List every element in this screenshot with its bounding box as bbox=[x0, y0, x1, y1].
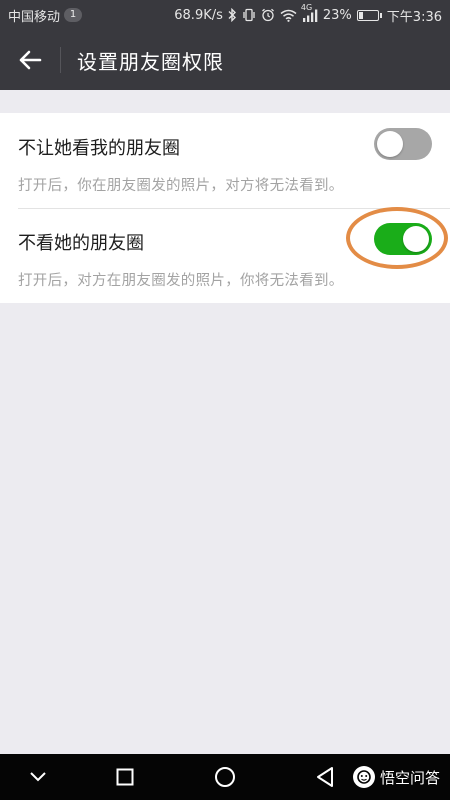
title-divider bbox=[60, 47, 61, 73]
back-button[interactable] bbox=[0, 30, 60, 90]
square-icon bbox=[116, 768, 134, 786]
notification-badge: 1 bbox=[64, 8, 83, 22]
nav-back-button[interactable] bbox=[295, 754, 355, 800]
watermark: 悟空问答 bbox=[352, 766, 440, 788]
toggle-knob bbox=[403, 226, 429, 252]
vibrate-icon bbox=[242, 8, 256, 22]
toggle-hide-her-moments[interactable] bbox=[374, 223, 432, 255]
chevron-down-icon bbox=[30, 772, 46, 782]
signal-icon: 4G bbox=[301, 3, 318, 22]
triangle-back-icon bbox=[317, 767, 333, 787]
navigation-bar: 悟空问答 bbox=[0, 754, 450, 800]
nav-home-button[interactable] bbox=[195, 754, 255, 800]
toggle-hide-my-moments[interactable] bbox=[374, 128, 432, 160]
bluetooth-icon bbox=[228, 8, 237, 22]
clock-time: 下午3:36 bbox=[386, 9, 442, 25]
circle-icon bbox=[215, 767, 235, 787]
arrow-left-icon bbox=[19, 50, 42, 70]
setting-label: 不看她的朋友圈 bbox=[18, 233, 144, 254]
watermark-text: 悟空问答 bbox=[379, 768, 440, 787]
battery-icon bbox=[356, 9, 382, 21]
wukong-logo-icon bbox=[352, 766, 375, 788]
wifi-icon bbox=[280, 9, 297, 22]
nav-recents-button[interactable] bbox=[95, 754, 155, 800]
settings-list: 不让她看我的朋友圈 打开后，你在朋友圈发的照片，对方将无法看到。 不看她的朋友圈… bbox=[0, 113, 450, 303]
setting-description: 打开后，对方在朋友圈发的照片，你将无法看到。 bbox=[18, 273, 344, 289]
setting-label: 不让她看我的朋友圈 bbox=[18, 138, 180, 159]
nav-hide-button[interactable] bbox=[8, 754, 68, 800]
title-bar: 设置朋友圈权限 bbox=[0, 30, 450, 90]
battery-percent: 23% bbox=[322, 7, 352, 23]
setting-description: 打开后，你在朋友圈发的照片，对方将无法看到。 bbox=[18, 178, 344, 194]
toggle-knob bbox=[377, 131, 403, 157]
setting-item-hide-her-moments: 不看她的朋友圈 打开后，对方在朋友圈发的照片，你将无法看到。 bbox=[0, 208, 450, 303]
alarm-icon bbox=[261, 8, 275, 22]
carrier-label: 中国移动 bbox=[8, 9, 61, 25]
battery-level-fill bbox=[358, 11, 363, 19]
status-left: 中国移动 1 bbox=[8, 6, 83, 25]
status-bar: 中国移动 1 68.9K/s 4G 23% 下午3:36 bbox=[0, 0, 450, 30]
page-title: 设置朋友圈权限 bbox=[77, 49, 224, 74]
setting-item-hide-my-moments: 不让她看我的朋友圈 打开后，你在朋友圈发的照片，对方将无法看到。 bbox=[0, 113, 450, 209]
network-speed: 68.9K/s bbox=[174, 7, 223, 23]
network-type-label: 4G bbox=[300, 2, 313, 12]
status-right: 68.9K/s 4G 23% 下午3:36 bbox=[174, 3, 442, 25]
